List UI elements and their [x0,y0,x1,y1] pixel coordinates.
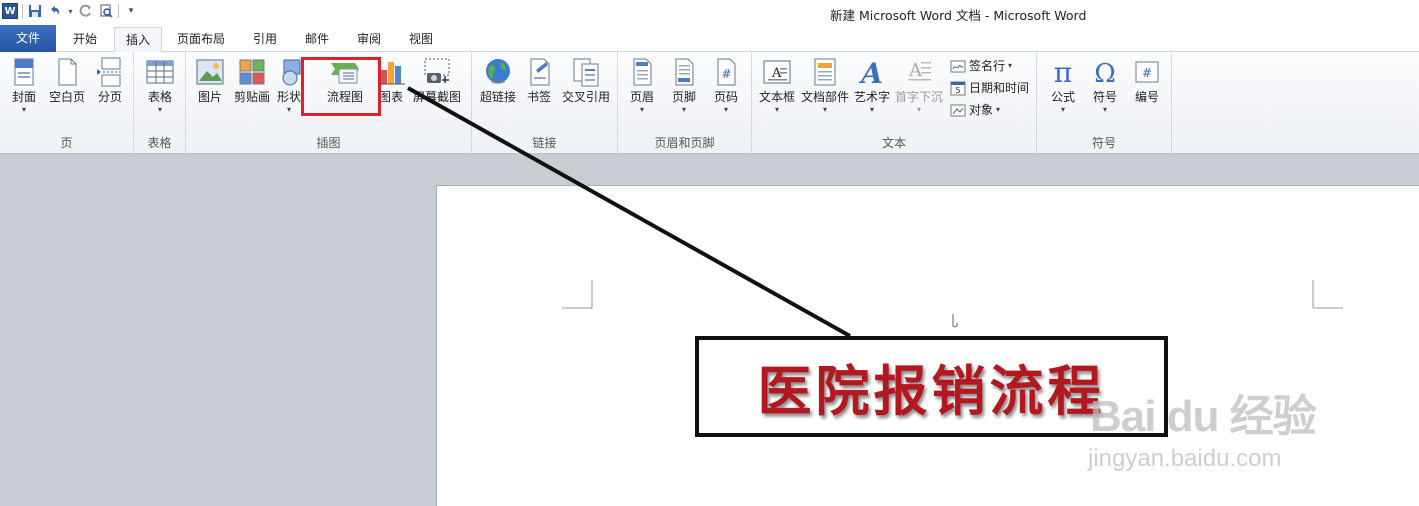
callout-text: 医院报销流程 [757,359,1106,423]
baidu-watermark-url: jingyan.baidu.com [1088,445,1282,472]
text-cursor-mark [952,314,958,328]
margin-mark-right [1312,280,1343,309]
margin-mark-left [562,280,593,309]
baidu-watermark-logo: Bai du 经验 [1090,392,1317,441]
pointer-arrow-line [407,86,851,338]
